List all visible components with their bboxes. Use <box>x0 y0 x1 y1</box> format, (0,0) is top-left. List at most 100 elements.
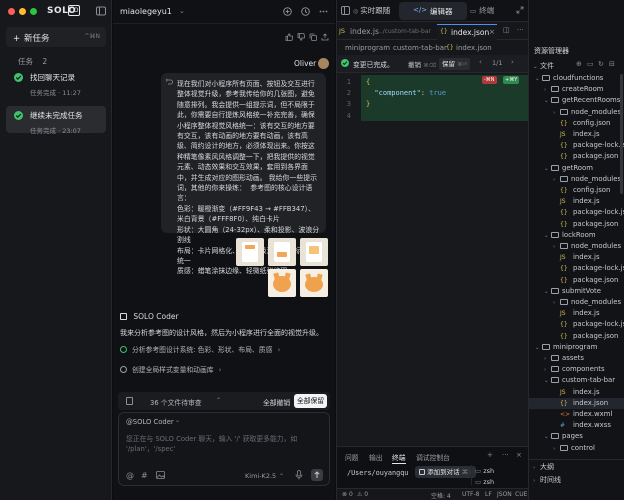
chevron-down-icon[interactable]: ⌄ <box>279 470 284 477</box>
image-icon[interactable] <box>156 471 165 479</box>
minimize-window-dot[interactable] <box>19 8 26 15</box>
keep-change-button[interactable]: 保留 ⌘⏎ <box>439 58 471 70</box>
tree-folder[interactable]: ⌄ lockRoom <box>529 230 624 241</box>
workspace-name[interactable]: miaolegeyu1 <box>120 7 172 16</box>
history-icon[interactable] <box>301 7 310 16</box>
close-panel-icon[interactable]: × <box>516 451 522 459</box>
refresh-icon[interactable]: ↻ <box>598 60 604 68</box>
split-editor-icon[interactable]: ◫ <box>503 26 510 34</box>
tab-editor[interactable]: </> 编辑器 <box>399 2 467 20</box>
files-section-header[interactable]: ⌄ 文件 <box>533 61 554 71</box>
step-item[interactable]: 分析参考图设计系统: 色彩、形状、布局、质感 › <box>120 344 280 354</box>
revert-hunk-button[interactable]: -⌘N <box>482 76 497 84</box>
accept-hunk-button[interactable]: +⌘Y <box>503 76 520 84</box>
timeline-section-header[interactable]: › 时间线 <box>533 475 561 485</box>
prev-change-icon[interactable]: ‹ <box>479 58 482 66</box>
keep-all-button[interactable]: 全部保留 <box>294 394 327 408</box>
new-file-icon[interactable]: ⊕ <box>576 60 582 68</box>
chevron-down-icon[interactable]: ⌄ <box>175 417 180 424</box>
tree-file[interactable]: {} package-lock.json <box>529 207 624 218</box>
tab-problems[interactable]: 问题 <box>345 452 359 462</box>
chevron-down-icon[interactable]: ⌄ <box>179 7 185 15</box>
chevron-up-icon[interactable]: ⌃ <box>216 397 221 404</box>
tree-file[interactable]: {} package-lock.json <box>529 140 624 151</box>
tree-file[interactable]: {} package-lock.json <box>529 319 624 330</box>
error-count[interactable]: ⊗ 0 <box>342 491 353 498</box>
expand-icon[interactable] <box>516 6 524 14</box>
thumbs-up-icon[interactable] <box>285 33 293 41</box>
reference-image[interactable] <box>268 238 296 266</box>
collapse-all-icon[interactable]: ⊟ <box>609 60 615 68</box>
task-item[interactable]: 找回聊天记录 任务完成 · 11:27 <box>6 68 106 97</box>
outline-section-header[interactable]: › 大纲 <box>533 462 554 472</box>
indent-setting[interactable]: 空格: 4 <box>431 491 451 500</box>
code-area[interactable] <box>337 73 529 445</box>
add-chat-icon[interactable] <box>283 7 292 16</box>
terminal-session[interactable]: ▭ zsh <box>475 467 494 475</box>
chat-input-box[interactable]: @SOLO Coder ⌄ 您正在与 SOLO Coder 聊天，输入 '/' … <box>118 412 330 486</box>
tree-folder[interactable]: › node_modules <box>529 297 624 308</box>
tree-file[interactable]: {} package.json <box>529 275 624 286</box>
send-button[interactable] <box>311 469 323 481</box>
tree-file[interactable]: {} package.json <box>529 331 624 342</box>
tree-folder[interactable]: › node_modules <box>529 241 624 252</box>
sidebar-toggle-icon[interactable] <box>96 6 106 16</box>
tree-folder[interactable]: › createRoom <box>529 84 624 95</box>
new-folder-icon[interactable]: ▭ <box>587 60 594 68</box>
mention-icon[interactable]: @ <box>126 471 134 480</box>
task-item-selected[interactable]: 继续未完成任务 任务完成 · 23:07 <box>6 106 106 135</box>
tree-file[interactable]: {} config.json <box>529 185 624 196</box>
new-task-button[interactable]: + 新任务 ^⌘N <box>6 27 106 47</box>
tree-folder[interactable]: ⌄ miniprogram <box>529 342 624 353</box>
language-mode[interactable]: JSON <box>497 491 512 498</box>
tree-file[interactable]: <> index.wxml <box>529 409 624 420</box>
close-tab-icon[interactable]: × <box>489 28 495 36</box>
undo-change-button[interactable]: 撤销 ⌘⌫ <box>408 59 436 69</box>
tree-folder[interactable]: ⌄ pages <box>529 431 624 442</box>
panel-toggle-icon[interactable] <box>341 6 350 15</box>
terminal-session[interactable]: ▭ zsh <box>475 478 494 486</box>
model-selector[interactable]: Kimi-K2.5 <box>245 472 276 480</box>
add-to-chat-tooltip[interactable]: 添加到对话 ⌘ I <box>415 466 477 478</box>
add-terminal-icon[interactable]: + <box>487 451 493 459</box>
tree-folder[interactable]: › assets <box>529 353 624 364</box>
tree-folder[interactable]: › node_modules <box>529 107 624 118</box>
mention-chip[interactable]: @SOLO Coder <box>126 418 174 426</box>
tree-file[interactable]: # index.wxss <box>529 420 624 431</box>
tree-folder[interactable]: ⌄ getRoom <box>529 163 624 174</box>
more-options-icon[interactable] <box>319 7 328 16</box>
step-item[interactable]: 创建全局样式变量和动画库 › <box>120 364 221 374</box>
reference-image[interactable] <box>268 269 296 297</box>
breadcrumb-item[interactable]: index.json <box>456 44 492 52</box>
tree-file[interactable]: JS index.js <box>529 387 624 398</box>
tab-terminal-panel[interactable]: 终端 <box>392 452 406 464</box>
file-tab-active[interactable]: {} index.json × <box>437 24 497 40</box>
tree-folder[interactable]: › node_modules <box>529 174 624 185</box>
undo-icon[interactable] <box>165 78 173 86</box>
tree-folder[interactable]: › control <box>529 443 624 454</box>
hash-icon[interactable]: # <box>141 471 148 480</box>
scrollbar[interactable] <box>620 74 623 194</box>
more-icon[interactable]: ··· <box>502 451 509 459</box>
tree-folder[interactable]: › components <box>529 364 624 375</box>
reference-image[interactable] <box>236 238 264 266</box>
reference-image[interactable] <box>300 238 328 266</box>
tree-file[interactable]: JS index.js <box>529 308 624 319</box>
reference-image[interactable] <box>300 269 328 297</box>
thumbs-down-icon[interactable] <box>297 33 305 41</box>
tree-folder[interactable]: ⌄ cloudfunctions <box>529 73 624 84</box>
tab-debug-console[interactable]: 调试控制台 <box>416 452 450 462</box>
share-icon[interactable] <box>321 33 329 41</box>
tree-file[interactable]: {} config.json <box>529 118 624 129</box>
tree-file[interactable]: {} package.json <box>529 219 624 230</box>
tree-file[interactable]: JS index.js <box>529 129 624 140</box>
breadcrumb-item[interactable]: miniprogram <box>345 44 390 52</box>
tree-file[interactable]: {} package.json <box>529 151 624 162</box>
tree-file[interactable]: {} package-lock.json <box>529 263 624 274</box>
warning-count[interactable]: ⚠ 0 <box>357 491 368 498</box>
reject-all-button[interactable]: 全部撤销 <box>263 397 290 407</box>
maximize-window-dot[interactable] <box>30 8 37 15</box>
line-ending[interactable]: LF <box>485 491 492 498</box>
tab-output[interactable]: 输出 <box>369 452 383 462</box>
copy-icon[interactable] <box>309 33 317 41</box>
